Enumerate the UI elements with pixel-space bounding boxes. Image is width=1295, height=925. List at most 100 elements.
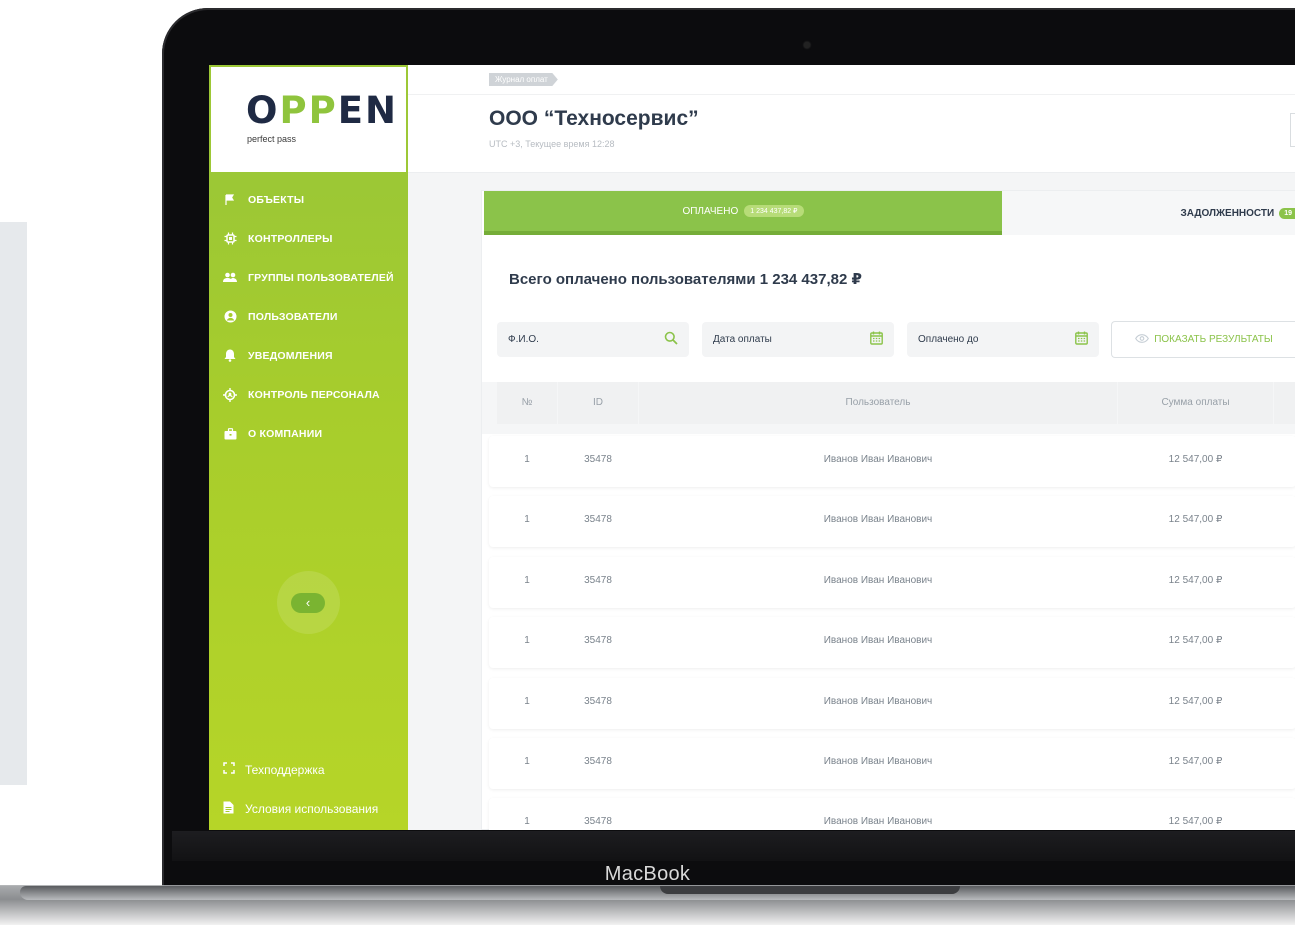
sidebar-item-controllers[interactable]: КОНТРОЛЛЕРЫ bbox=[209, 219, 408, 258]
collapse-sidebar-button[interactable]: ‹ bbox=[291, 593, 325, 613]
cell-user: Иванов Иван Иванович bbox=[823, 756, 933, 767]
cell-id: 35478 bbox=[584, 635, 612, 646]
table-row[interactable]: 1 35478 Иванов Иван Иванович 12 547,00 ₽ bbox=[489, 798, 1295, 830]
camera-dot bbox=[804, 42, 810, 48]
tab-paid[interactable]: ОПЛАЧЕНО 1 234 437,82 ₽ bbox=[484, 191, 1002, 235]
payment-date-placeholder: Дата оплаты bbox=[713, 334, 772, 345]
laptop-base-edge bbox=[20, 886, 1295, 900]
header-control[interactable] bbox=[1290, 113, 1295, 147]
eye-icon bbox=[1135, 333, 1150, 346]
cell-user: Иванов Иван Иванович bbox=[823, 696, 933, 707]
cell-id: 35478 bbox=[584, 816, 612, 827]
sidebar-item-about-company[interactable]: О КОМПАНИИ bbox=[209, 414, 408, 453]
sidebar-item-label: УВЕДОМЛЕНИЯ bbox=[248, 349, 333, 362]
sidebar-item-user-groups[interactable]: ГРУППЫ ПОЛЬЗОВАТЕЛЕЙ bbox=[209, 258, 408, 297]
logo[interactable]: OPPEN perfect pass bbox=[209, 65, 408, 172]
support-link[interactable]: Техподдержка bbox=[223, 762, 325, 777]
cell-amount: 12 547,00 ₽ bbox=[1168, 575, 1223, 586]
terms-label: Условия использования bbox=[245, 802, 379, 816]
sidebar-item-label: КОНТРОЛЛЕРЫ bbox=[248, 232, 333, 245]
name-search-placeholder: Ф.И.О. bbox=[508, 334, 539, 345]
table-row[interactable]: 1 35478 Иванов Иван Иванович 12 547,00 ₽ bbox=[489, 678, 1295, 729]
payment-date-field[interactable]: Дата оплаты bbox=[702, 322, 894, 357]
cell-number: 1 bbox=[524, 816, 530, 827]
cell-amount: 12 547,00 ₽ bbox=[1168, 454, 1223, 465]
cell-number: 1 bbox=[524, 696, 530, 707]
col-header-amount[interactable]: Сумма оплаты bbox=[1118, 382, 1273, 424]
logo-wordmark: OPPEN bbox=[246, 89, 398, 132]
sidebar-item-notifications[interactable]: УВЕДОМЛЕНИЯ bbox=[209, 336, 408, 375]
users-icon bbox=[223, 271, 237, 285]
header-divider bbox=[408, 94, 1295, 95]
col-header-extra bbox=[1274, 382, 1295, 424]
sidebar-item-staff-control[interactable]: КОНТРОЛЬ ПЕРСОНАЛА bbox=[209, 375, 408, 414]
stage: OPPEN perfect pass ОБЪЕКТЫ КОНТРОЛЛЕРЫ Г… bbox=[0, 0, 1295, 925]
col-header-id[interactable]: ID bbox=[558, 382, 638, 424]
paid-until-placeholder: Оплачено до bbox=[918, 334, 979, 345]
table-row[interactable]: 1 35478 Иванов Иван Иванович 12 547,00 ₽ bbox=[489, 617, 1295, 668]
sidebar: OPPEN perfect pass ОБЪЕКТЫ КОНТРОЛЛЕРЫ Г… bbox=[209, 65, 408, 830]
calendar-icon[interactable] bbox=[1073, 331, 1089, 347]
document-icon bbox=[223, 801, 237, 817]
cell-user: Иванов Иван Иванович bbox=[823, 514, 933, 525]
page-subtitle: UTC +3, Текущее время 12:28 bbox=[489, 139, 615, 149]
cell-id: 35478 bbox=[584, 756, 612, 767]
support-label: Техподдержка bbox=[245, 762, 325, 777]
cell-amount: 12 547,00 ₽ bbox=[1168, 696, 1223, 707]
backdrop-panel bbox=[0, 222, 27, 785]
laptop-chin bbox=[172, 831, 1295, 861]
cell-id: 35478 bbox=[584, 696, 612, 707]
chevron-left-icon: ‹ bbox=[305, 595, 311, 610]
cell-number: 1 bbox=[524, 575, 530, 586]
table-row[interactable]: 1 35478 Иванов Иван Иванович 12 547,00 ₽ bbox=[489, 496, 1295, 547]
table-row[interactable]: 1 35478 Иванов Иван Иванович 12 547,00 ₽ bbox=[489, 436, 1295, 487]
payments-card: ОПЛАЧЕНО 1 234 437,82 ₽ ЗАДОЛЖЕННОСТИ 19… bbox=[481, 190, 1295, 830]
staff-control-icon bbox=[223, 387, 237, 402]
cell-id: 35478 bbox=[584, 575, 612, 586]
paid-until-field[interactable]: Оплачено до bbox=[907, 322, 1099, 357]
col-header-number[interactable]: № bbox=[497, 382, 557, 424]
col-header-user[interactable]: Пользователь bbox=[639, 382, 1117, 424]
support-icon bbox=[223, 762, 237, 777]
sidebar-nav: ОБЪЕКТЫ КОНТРОЛЛЕРЫ ГРУППЫ ПОЛЬЗОВАТЕЛЕЙ bbox=[209, 180, 408, 453]
cell-amount: 12 547,00 ₽ bbox=[1168, 514, 1223, 525]
tab-paid-badge: 1 234 437,82 ₽ bbox=[744, 205, 804, 217]
sidebar-item-objects[interactable]: ОБЪЕКТЫ bbox=[209, 180, 408, 219]
name-search-input[interactable]: Ф.И.О. bbox=[497, 322, 689, 357]
table-row[interactable]: 1 35478 Иванов Иван Иванович 12 547,00 ₽ bbox=[489, 738, 1295, 789]
sidebar-item-label: ГРУППЫ ПОЛЬЗОВАТЕЛЕЙ bbox=[248, 271, 394, 284]
table-header: № ID Пользователь Сумма оплаты bbox=[482, 382, 1295, 434]
total-paid-summary: Всего оплачено пользователями 1 234 437,… bbox=[509, 271, 862, 288]
cell-number: 1 bbox=[524, 514, 530, 525]
table-row[interactable]: 1 35478 Иванов Иван Иванович 12 547,00 ₽ bbox=[489, 557, 1295, 608]
flag-icon bbox=[223, 193, 237, 207]
page-title: ООО “Техносервис” bbox=[489, 107, 699, 130]
tab-debts[interactable]: ЗАДОЛЖЕННОСТИ 19 bbox=[1002, 191, 1295, 235]
cell-id: 35478 bbox=[584, 454, 612, 465]
bell-icon bbox=[223, 349, 237, 363]
sidebar-item-label: О КОМПАНИИ bbox=[248, 427, 323, 440]
cell-user: Иванов Иван Иванович bbox=[823, 454, 933, 465]
terms-link[interactable]: Условия использования bbox=[223, 801, 378, 817]
cell-amount: 12 547,00 ₽ bbox=[1168, 816, 1223, 827]
cell-user: Иванов Иван Иванович bbox=[823, 816, 933, 827]
cell-number: 1 bbox=[524, 454, 530, 465]
logo-tagline: perfect pass bbox=[247, 134, 297, 144]
page-header: Журнал оплат ООО “Техносервис” UTC +3, Т… bbox=[408, 65, 1295, 173]
breadcrumb[interactable]: Журнал оплат bbox=[489, 73, 558, 86]
cell-amount: 12 547,00 ₽ bbox=[1168, 756, 1223, 767]
sidebar-item-label: ПОЛЬЗОВАТЕЛИ bbox=[248, 310, 338, 323]
search-icon[interactable] bbox=[663, 331, 679, 347]
tab-debts-badge: 19 bbox=[1279, 207, 1295, 219]
cell-user: Иванов Иван Иванович bbox=[823, 575, 933, 586]
show-results-button[interactable]: ПОКАЗАТЬ РЕЗУЛЬТАТЫ bbox=[1111, 321, 1295, 358]
cell-id: 35478 bbox=[584, 514, 612, 525]
show-results-label: ПОКАЗАТЬ РЕЗУЛЬТАТЫ bbox=[1154, 334, 1273, 345]
cell-user: Иванов Иван Иванович bbox=[823, 635, 933, 646]
device-brand: MacBook bbox=[604, 863, 691, 885]
sidebar-item-users[interactable]: ПОЛЬЗОВАТЕЛИ bbox=[209, 297, 408, 336]
briefcase-icon bbox=[223, 427, 237, 441]
app-screen: OPPEN perfect pass ОБЪЕКТЫ КОНТРОЛЛЕРЫ Г… bbox=[209, 65, 1295, 830]
sidebar-item-label: КОНТРОЛЬ ПЕРСОНАЛА bbox=[248, 388, 380, 401]
calendar-icon[interactable] bbox=[868, 331, 884, 347]
